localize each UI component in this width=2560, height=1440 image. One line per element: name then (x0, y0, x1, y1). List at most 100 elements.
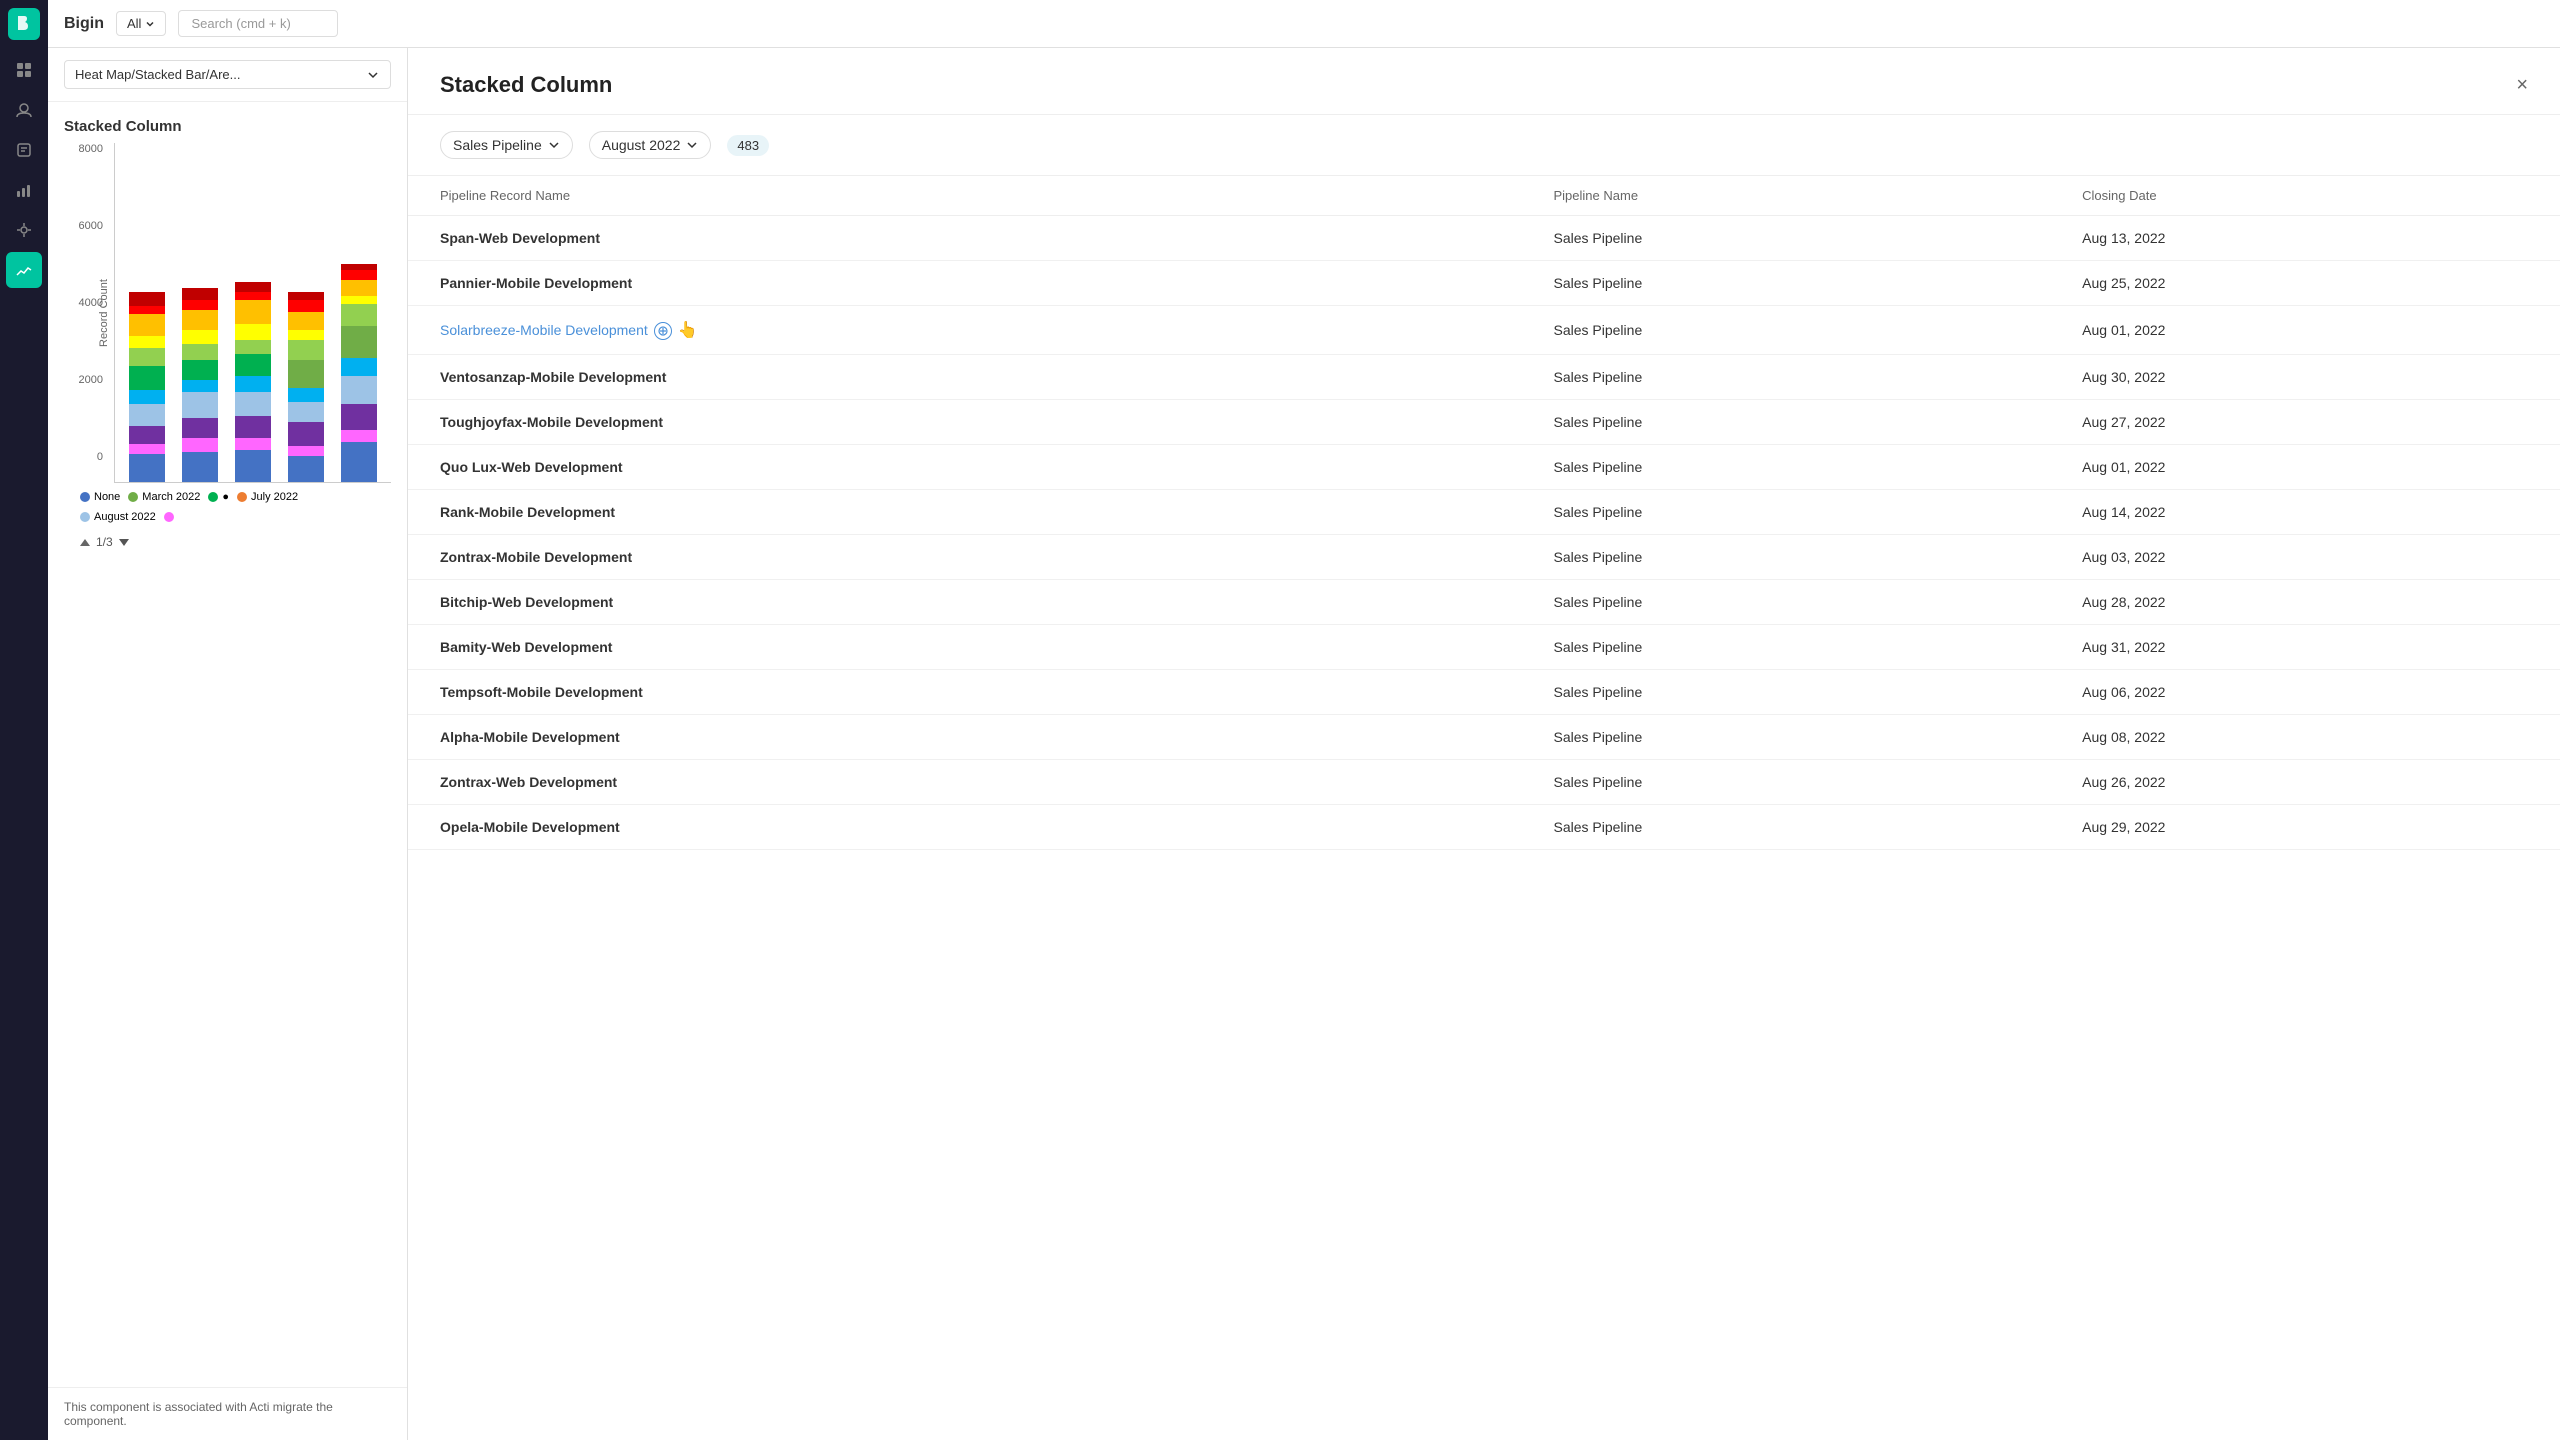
y-label-2000: 2000 (79, 374, 103, 386)
cell-pipeline-name: Sales Pipeline (1522, 355, 2051, 400)
legend-none: None (80, 491, 120, 503)
legend-dot-july (237, 492, 247, 502)
sidebar-nav-icon-5[interactable] (6, 212, 42, 248)
cell-pipeline-name: Sales Pipeline (1522, 580, 2051, 625)
cell-pipeline-name: Sales Pipeline (1522, 306, 2051, 355)
cell-closing-date: Aug 27, 2022 (2050, 400, 2560, 445)
bar-segment (182, 438, 218, 452)
chevron-down-icon-2 (686, 139, 698, 151)
bar-segment (235, 282, 271, 292)
count-badge: 483 (727, 135, 769, 156)
bar-segment (129, 314, 165, 336)
main-area: Bigin All Search (cmd + k) Heat Map/Stac… (48, 0, 2560, 1440)
cell-closing-date: Aug 01, 2022 (2050, 306, 2560, 355)
y-label-0: 0 (97, 451, 103, 463)
bar-segment (288, 312, 324, 330)
legend-march: March 2022 (128, 491, 200, 503)
cell-closing-date: Aug 28, 2022 (2050, 580, 2560, 625)
legend-label-august: August 2022 (94, 511, 156, 523)
cell-closing-date: Aug 13, 2022 (2050, 216, 2560, 261)
cell-closing-date: Aug 01, 2022 (2050, 445, 2560, 490)
legend-extra (164, 511, 174, 523)
bar-segment (288, 388, 324, 402)
bar-segment (235, 354, 271, 376)
cell-closing-date: Aug 08, 2022 (2050, 715, 2560, 760)
cell-closing-date: Aug 26, 2022 (2050, 760, 2560, 805)
legend-label-march: March 2022 (142, 491, 200, 503)
cell-closing-date: Aug 29, 2022 (2050, 805, 2560, 850)
bar-segment (235, 392, 271, 416)
table-row: Quo Lux-Web DevelopmentSales PipelineAug… (408, 445, 2560, 490)
y-label-8000: 8000 (79, 143, 103, 155)
legend-label-july: July 2022 (251, 491, 298, 503)
bar-group-1 (123, 143, 171, 482)
stacked-bar-3 (235, 282, 271, 482)
bar-segment (288, 340, 324, 360)
bar-segment (129, 454, 165, 482)
bar-segment (288, 360, 324, 388)
col-pipeline-name: Pipeline Name (1522, 176, 2051, 216)
cell-pipeline-name: Sales Pipeline (1522, 490, 2051, 535)
cell-record-name: Opela-Mobile Development (408, 805, 1522, 850)
bar-segment (129, 366, 165, 390)
bar-segment (235, 416, 271, 438)
bar-segment (129, 426, 165, 444)
sidebar-nav-icon-3[interactable] (6, 132, 42, 168)
stacked-bar-4 (288, 292, 324, 482)
record-name-link[interactable]: Solarbreeze-Mobile Development (440, 322, 648, 338)
left-panel: Heat Map/Stacked Bar/Are... Stacked Colu… (48, 48, 408, 1440)
sidebar-nav-icon-2[interactable] (6, 92, 42, 128)
cell-pipeline-name: Sales Pipeline (1522, 715, 2051, 760)
cell-closing-date: Aug 25, 2022 (2050, 261, 2560, 306)
cell-pipeline-name: Sales Pipeline (1522, 805, 2051, 850)
table-row: Pannier-Mobile DevelopmentSales Pipeline… (408, 261, 2560, 306)
bar-segment (182, 418, 218, 438)
bar-group-2 (176, 143, 224, 482)
cell-record-name: Solarbreeze-Mobile Development 👆 (408, 306, 1522, 355)
table-row: Solarbreeze-Mobile Development 👆 Sales Pip… (408, 306, 2560, 355)
bar-segment (235, 376, 271, 392)
bar-segment (182, 344, 218, 360)
bar-segment (341, 358, 377, 376)
search-input[interactable]: Search (cmd + k) (178, 10, 338, 37)
next-icon[interactable] (119, 539, 129, 546)
legend-dot-august (80, 512, 90, 522)
all-button[interactable]: All (116, 11, 166, 36)
chart-type-label: Heat Map/Stacked Bar/Are... (75, 67, 240, 82)
close-button[interactable]: × (2516, 75, 2528, 95)
prev-icon[interactable] (80, 539, 90, 546)
cell-record-name: Toughjoyfax-Mobile Development (408, 400, 1522, 445)
pipeline-filter[interactable]: Sales Pipeline (440, 131, 573, 159)
chart-container: Stacked Column 8000 6000 4000 2000 0 Rec… (48, 102, 407, 1387)
legend-august: August 2022 (80, 511, 156, 523)
cell-record-name: Zontrax-Web Development (408, 760, 1522, 805)
cursor-icon: 👆 (678, 320, 698, 340)
bar-segment (341, 442, 377, 482)
bar-segment (341, 296, 377, 304)
legend-dot-more (208, 492, 218, 502)
legend-pagination: 1/3 (64, 531, 391, 553)
sidebar-nav-icon-6[interactable] (6, 252, 42, 288)
search-placeholder: Search (cmd + k) (191, 16, 290, 31)
legend-dot-none (80, 492, 90, 502)
chart-type-button[interactable]: Heat Map/Stacked Bar/Are... (64, 60, 391, 89)
table-row: Zontrax-Mobile DevelopmentSales Pipeline… (408, 535, 2560, 580)
date-filter[interactable]: August 2022 (589, 131, 712, 159)
cell-record-name: Rank-Mobile Development (408, 490, 1522, 535)
bar-segment (129, 348, 165, 366)
cell-record-name: Bitchip-Web Development (408, 580, 1522, 625)
cell-pipeline-name: Sales Pipeline (1522, 216, 2051, 261)
open-record-icon[interactable] (654, 322, 672, 340)
table-row: Opela-Mobile DevelopmentSales PipelineAu… (408, 805, 2560, 850)
stacked-bar-2 (182, 288, 218, 482)
sidebar-nav-icon-4[interactable] (6, 172, 42, 208)
stacked-bar-1 (129, 292, 165, 482)
bar-segment (341, 376, 377, 404)
cell-record-name: Zontrax-Mobile Development (408, 535, 1522, 580)
bar-segment (129, 390, 165, 404)
table-row: Alpha-Mobile DevelopmentSales PipelineAu… (408, 715, 2560, 760)
sidebar-nav-icon-1[interactable] (6, 52, 42, 88)
cell-pipeline-name: Sales Pipeline (1522, 760, 2051, 805)
chevron-down-icon (548, 139, 560, 151)
bar-segment (288, 292, 324, 300)
